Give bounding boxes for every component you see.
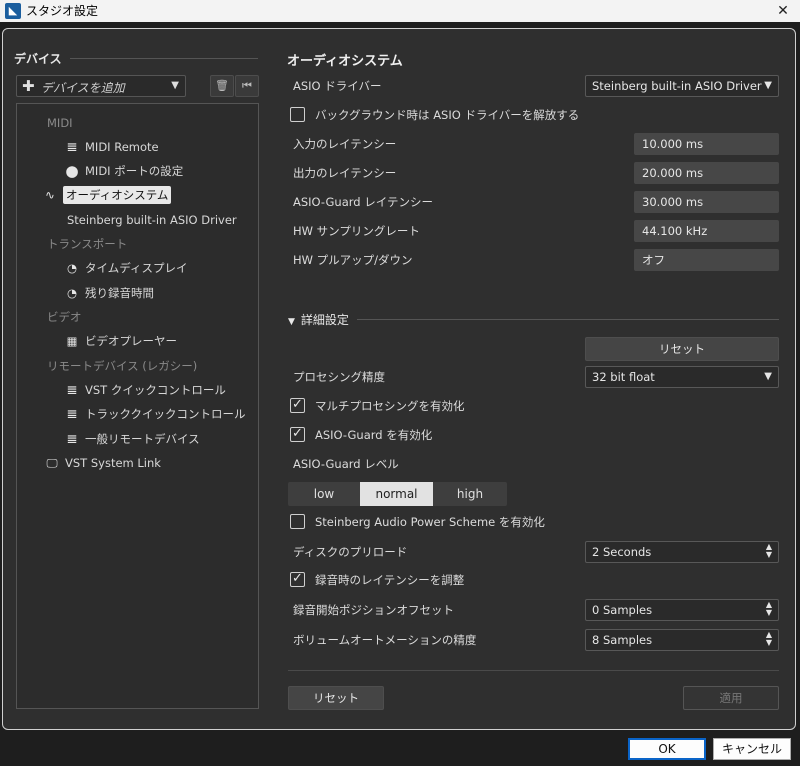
multiprocessing-label: マルチプロセシングを有効化 (315, 399, 465, 413)
asio-guard-checkbox[interactable]: ✓ ASIO-Guard を有効化 (290, 426, 432, 446)
divider (288, 670, 779, 671)
sample-rate-label: HW サンプリングレート (293, 224, 420, 238)
cancel-button[interactable]: キャンセル (713, 738, 791, 760)
advanced-settings-label: 詳細設定 (300, 313, 349, 327)
disk-preload-label: ディスクのプリロード (293, 545, 408, 559)
checkmark-icon: ✓ (290, 572, 305, 587)
midi-keyboard-icon: 𝌆 (66, 140, 78, 154)
devices-header: デバイス (14, 50, 258, 67)
tree-item-vst-system-link[interactable]: 🖵 VST System Link (43, 453, 160, 473)
asio-guard-latency-label: ASIO-Guard レイテンシー (293, 195, 433, 209)
adjust-latency-label: 録音時のレイテンシーを調整 (315, 573, 465, 587)
apply-button[interactable]: 適用 (683, 686, 779, 710)
precision-select[interactable]: 32 bit float ▼ (585, 366, 779, 388)
spinner-arrows-icon: ▲ ▼ (765, 600, 772, 617)
record-offset-value: 0 Samples (592, 603, 653, 617)
pull-up-down-value: オフ (634, 249, 779, 271)
checkbox-unchecked-icon (290, 514, 305, 529)
midi-keyboard-icon: 𝌆 (66, 432, 78, 446)
divider (288, 319, 779, 320)
automation-precision-value: 8 Samples (592, 633, 653, 647)
audio-wave-icon: ∿ (45, 188, 55, 202)
level-low-button[interactable]: low (288, 482, 360, 506)
spinner-arrows-icon: ▲ ▼ (765, 630, 772, 647)
midi-keyboard-icon: 𝌆 (66, 407, 78, 421)
add-device-label: デバイスを追加 (41, 81, 125, 95)
input-latency-value: 10.000 ms (634, 133, 779, 155)
reset-device-icon[interactable]: ⏮ (235, 75, 259, 97)
tree-item-midi-remote[interactable]: 𝌆 MIDI Remote (63, 137, 159, 157)
tree-item-asio-driver[interactable]: Steinberg built-in ASIO Driver (67, 210, 237, 230)
level-normal-button[interactable]: normal (360, 482, 433, 506)
collapse-triangle-icon: ▼ (288, 317, 295, 327)
device-tree: MIDI 𝌆 MIDI Remote ⬤ MIDI ポートの設定 ∿ オーディオシステ… (16, 103, 259, 709)
checkmark-icon: ✓ (290, 398, 305, 413)
plus-icon: ✚ (22, 77, 35, 95)
tree-item-midi-port[interactable]: ⬤ MIDI ポートの設定 (63, 161, 184, 181)
window-title: スタジオ設定 (26, 4, 99, 18)
multiprocessing-checkbox[interactable]: ✓ マルチプロセシングを有効化 (290, 397, 465, 417)
output-latency-label: 出力のレイテンシー (293, 166, 397, 180)
page-title: オーディオシステム (287, 54, 403, 69)
asio-guard-level-segmented: low normal high (288, 482, 507, 506)
disk-preload-value: 2 Seconds (592, 545, 652, 559)
automation-precision-label: ボリュームオートメーションの精度 (293, 633, 477, 647)
automation-precision-spinner[interactable]: 8 Samples ▲ ▼ (585, 629, 779, 651)
asio-guard-level-label: ASIO-Guard レベル (293, 457, 399, 471)
title-bar: ◣ スタジオ設定 ✕ (0, 0, 800, 22)
tree-item-audio-system[interactable]: ∿ オーディオシステム (41, 185, 172, 205)
pull-up-down-label: HW プルアップ/ダウン (293, 253, 413, 267)
tree-category-video: ビデオ (47, 310, 82, 324)
tree-category-midi: MIDI (47, 116, 73, 130)
clock-icon: ◔ (66, 261, 78, 275)
close-icon[interactable]: ✕ (766, 0, 800, 22)
chevron-down-icon: ▼ (764, 80, 772, 91)
disk-preload-spinner[interactable]: 2 Seconds ▲ ▼ (585, 541, 779, 563)
adjust-latency-checkbox[interactable]: ✓ 録音時のレイテンシーを調整 (290, 571, 464, 591)
add-device-dropdown[interactable]: ✚ デバイスを追加 ▼ (16, 75, 186, 97)
asio-driver-select[interactable]: Steinberg built-in ASIO Driver ▼ (585, 75, 779, 97)
input-latency-label: 入力のレイテンシー (293, 137, 397, 151)
tree-item-video-player[interactable]: ▦ ビデオプレーヤー (63, 331, 177, 351)
level-high-button[interactable]: high (433, 482, 507, 506)
asio-guard-label: ASIO-Guard を有効化 (315, 428, 433, 442)
spinner-arrows-icon: ▲ ▼ (765, 542, 772, 559)
advanced-reset-button[interactable]: リセット (585, 337, 779, 361)
chevron-down-icon: ▼ (764, 371, 772, 382)
asio-driver-label: ASIO ドライバー (293, 79, 382, 93)
film-icon: ▦ (66, 334, 78, 348)
output-latency-value: 20.000 ms (634, 162, 779, 184)
checkmark-icon: ✓ (290, 427, 305, 442)
reset-button[interactable]: リセット (288, 686, 384, 710)
asio-driver-value: Steinberg built-in ASIO Driver (592, 79, 762, 93)
tree-item-track-quick-control[interactable]: 𝌆 トラッククイックコントロール (63, 404, 246, 424)
release-driver-checkbox[interactable]: バックグラウンド時は ASIO ドライバーを解放する (290, 106, 579, 126)
tree-item-time-display[interactable]: ◔ タイムディスプレイ (63, 258, 188, 278)
record-offset-spinner[interactable]: 0 Samples ▲ ▼ (585, 599, 779, 621)
ok-button[interactable]: OK (628, 738, 706, 760)
asio-guard-latency-value: 30.000 ms (634, 191, 779, 213)
clock-icon: ◔ (66, 286, 78, 300)
checkbox-unchecked-icon (290, 107, 305, 122)
devices-header-label: デバイス (14, 50, 70, 67)
power-scheme-label: Steinberg Audio Power Scheme を有効化 (315, 515, 545, 529)
monitor-icon: 🖵 (46, 456, 58, 470)
midi-port-icon: ⬤ (65, 164, 79, 178)
chevron-down-icon: ▼ (171, 80, 179, 91)
precision-label: プロセシング精度 (293, 370, 385, 384)
tree-item-record-time[interactable]: ◔ 残り録音時間 (63, 283, 154, 303)
tree-category-remote: リモートデバイス (レガシー) (47, 359, 198, 373)
cubase-logo-icon: ◣ (5, 3, 21, 19)
tree-item-generic-remote[interactable]: 𝌆 一般リモートデバイス (63, 429, 200, 449)
release-driver-label: バックグラウンド時は ASIO ドライバーを解放する (315, 108, 580, 122)
trash-icon[interactable]: 🗑 (210, 75, 234, 97)
record-offset-label: 録音開始ポジションオフセット (293, 603, 454, 617)
tree-category-transport: トランスポート (47, 237, 128, 251)
midi-keyboard-icon: 𝌆 (66, 383, 78, 397)
advanced-settings-header[interactable]: ▼ 詳細設定 (288, 311, 779, 328)
sample-rate-value: 44.100 kHz (634, 220, 779, 242)
power-scheme-checkbox[interactable]: Steinberg Audio Power Scheme を有効化 (290, 513, 545, 533)
precision-value: 32 bit float (592, 370, 655, 384)
tree-item-vst-quick-control[interactable]: 𝌆 VST クイックコントロール (63, 380, 226, 400)
